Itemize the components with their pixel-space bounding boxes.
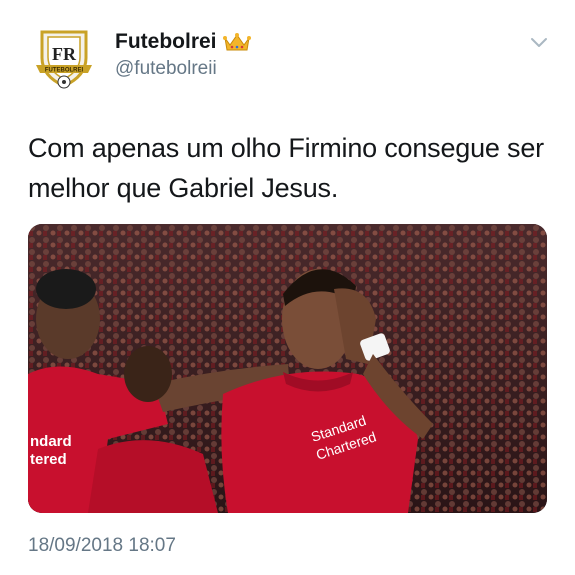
svg-text:FUTEBOLREI: FUTEBOLREI xyxy=(45,68,84,74)
svg-text:FR: FR xyxy=(52,44,77,64)
chevron-down-icon[interactable] xyxy=(530,36,548,48)
tweet-text: Com apenas um olho Firmino consegue ser … xyxy=(28,133,544,203)
svg-text:tered: tered xyxy=(30,451,67,468)
timestamp[interactable]: 18/09/2018 18:07 xyxy=(28,535,176,557)
crown-icon xyxy=(222,32,251,52)
author-row: Futebolrei xyxy=(115,30,251,54)
avatar[interactable]: FR FUTEBOLREI xyxy=(28,20,100,92)
tweet-card: FR FUTEBOLREI Futebolrei @futebolreii Co… xyxy=(0,0,575,575)
svg-text:ndard: ndard xyxy=(30,433,72,450)
handle[interactable]: @futebolreii xyxy=(115,58,217,80)
display-name[interactable]: Futebolrei xyxy=(115,30,217,54)
tweet-photo[interactable]: ndard tered Standard Chartered xyxy=(28,224,547,513)
